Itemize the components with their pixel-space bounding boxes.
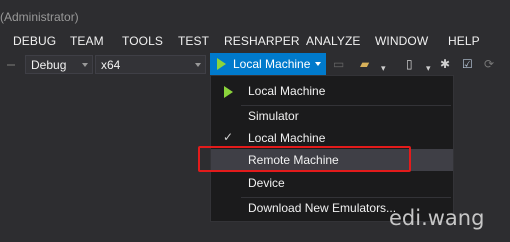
platform-value: x64 [101,58,121,72]
platform-dropdown[interactable]: x64 [95,55,206,74]
chevron-down-icon [315,62,321,66]
menu-analyze[interactable]: ANALYZE [306,34,361,48]
run-target-button[interactable]: Local Machine [210,53,326,75]
menu-item-device[interactable]: Device [211,172,453,194]
toolbar-grip[interactable] [7,64,15,66]
chevron-down-icon[interactable]: ▾ [426,63,431,74]
chevron-down-icon [195,63,201,67]
refresh-icon[interactable]: ⟳ [484,57,494,71]
title-bar: (Administrator) [0,0,510,30]
chevron-down-icon[interactable]: ▾ [381,63,386,74]
chevron-down-icon [82,63,88,67]
run-target-label: Local Machine [233,57,311,71]
add-tag-icon[interactable]: ✱ [440,57,450,71]
menu-item-local-machine-default[interactable]: Local Machine [211,80,453,102]
menu-item-label: Device [248,176,285,190]
window-title: (Administrator) [0,10,79,24]
check-icon: ✓ [223,130,234,144]
configuration-dropdown[interactable]: Debug [25,55,93,74]
menu-item-simulator[interactable]: Simulator [211,105,453,127]
configuration-value: Debug [31,58,67,72]
window-icon[interactable]: ▭ [333,57,344,71]
menu-debug[interactable]: DEBUG [13,34,56,48]
menu-item-label: Local Machine [248,131,326,145]
menu-team[interactable]: TEAM [70,34,104,48]
menu-window[interactable]: WINDOW [375,34,428,48]
highlight-box [198,146,411,172]
menu-help[interactable]: HELP [448,34,480,48]
document-icon[interactable]: ▯ [406,57,413,71]
menu-item-label: Download New Emulators... [248,201,397,215]
menu-bar: DEBUG TEAM TOOLS TEST RESHARPER ANALYZE … [0,31,510,51]
menu-tools[interactable]: TOOLS [122,34,163,48]
watermark: edi.wang [389,206,485,230]
menu-test[interactable]: TEST [178,34,209,48]
menu-item-label: Simulator [248,109,299,123]
menu-item-label: Local Machine [248,84,326,98]
play-icon [217,58,226,70]
check-list-icon[interactable]: ☑ [462,57,473,71]
folder-search-icon[interactable]: ▰ [360,57,369,71]
menu-resharper[interactable]: RESHARPER [224,34,300,48]
play-icon [224,86,233,98]
